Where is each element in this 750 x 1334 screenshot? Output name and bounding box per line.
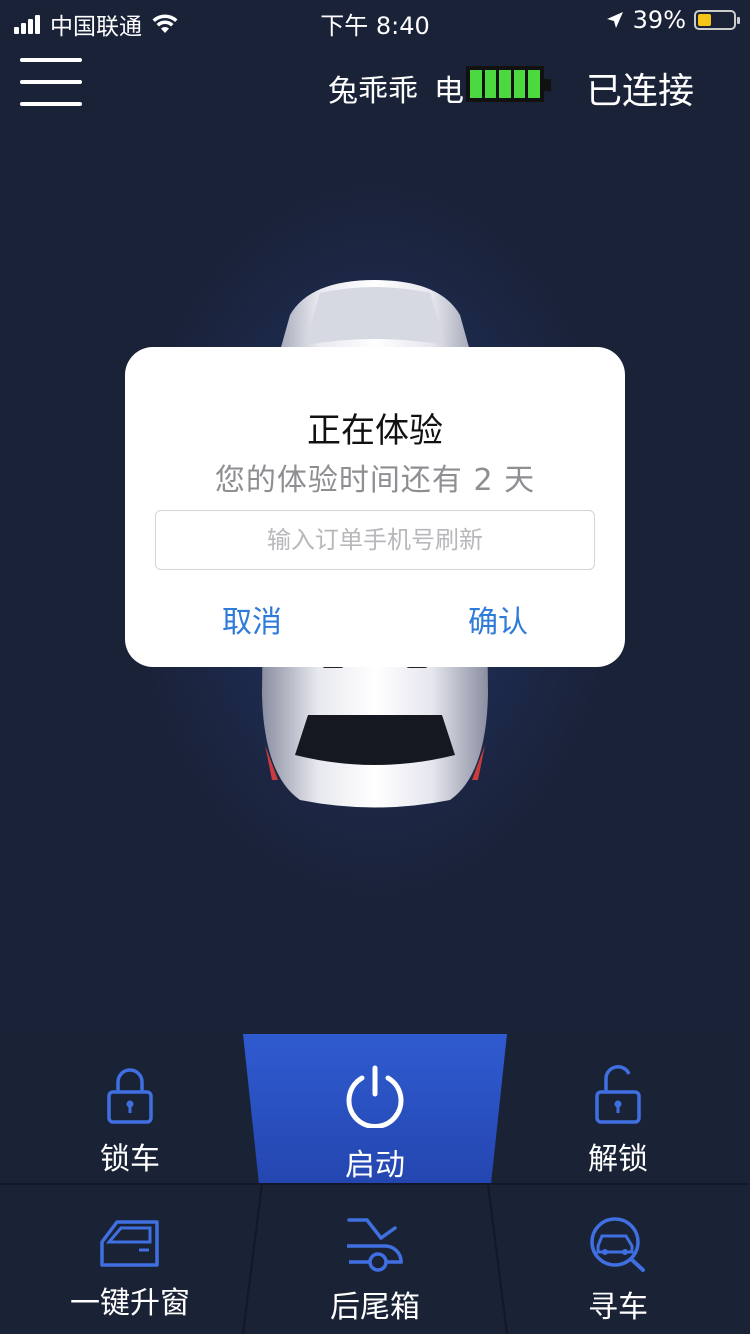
raise-windows-label: 一键升窗 [70,1286,190,1321]
order-phone-input[interactable] [155,510,595,570]
cancel-button[interactable]: 取消 [222,597,282,641]
battery-percent: 39% [632,6,686,34]
status-bar: 中国联通 下午 8:40 39% [0,0,750,40]
lock-icon [107,1068,153,1124]
car-window-icon [100,1220,159,1267]
unlock-icon [595,1065,641,1124]
hamburger-icon[interactable] [20,58,82,106]
find-car-icon [590,1217,645,1272]
dialog-title: 正在体验 [307,411,443,451]
power-icon [346,1065,404,1128]
raise-windows-button[interactable]: 一键升窗 [30,1218,230,1322]
dialog-message: 您的体验时间还有 2 天 [214,463,536,498]
trunk-label: 后尾箱 [330,1290,420,1325]
start-button[interactable]: 启动 [275,1064,475,1184]
lock-car-label: 锁车 [100,1142,160,1177]
connection-status: 已连接 [586,71,695,112]
battery-icon [694,10,740,30]
unlock-label: 解锁 [588,1142,648,1177]
power-label: 电 [434,74,464,109]
unlock-button[interactable]: 解锁 [518,1064,718,1178]
find-car-button[interactable]: 寻车 [518,1216,718,1326]
trunk-icon [347,1218,403,1272]
trunk-button[interactable]: 后尾箱 [275,1216,475,1326]
device-name: 兔乖乖 [328,74,418,109]
control-panel: 锁车 启动 解锁 一键升窗 后尾箱 寻车 [0,1034,750,1334]
find-car-label: 寻车 [588,1290,648,1325]
start-label: 启动 [345,1148,405,1183]
car-battery-indicator [466,66,551,102]
location-arrow-icon [606,12,623,28]
confirm-button[interactable]: 确认 [468,597,528,641]
trial-dialog: 正在体验 您的体验时间还有 2 天 取消 确认 [125,347,625,667]
lock-car-button[interactable]: 锁车 [30,1066,230,1178]
